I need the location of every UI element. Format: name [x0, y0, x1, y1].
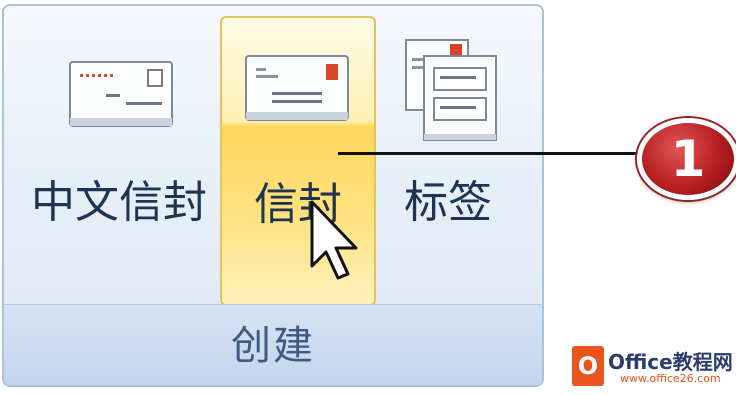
chinese-envelope-button[interactable]: 中文信封: [20, 16, 218, 306]
watermark-brand: Office教程网: [608, 350, 733, 374]
labels-icon: [405, 39, 497, 141]
chinese-envelope-label: 中文信封: [31, 177, 207, 228]
callout-line: [338, 152, 638, 155]
watermark-url: www.office26.com: [620, 372, 721, 385]
labels-button[interactable]: 标签: [378, 16, 518, 306]
step-number-badge: 1: [637, 118, 736, 200]
ribbon-create-group: 中文信封 信封 标签 创建: [2, 4, 544, 387]
labels-label: 标签: [404, 177, 492, 228]
watermark: O Office教程网 www.office26.com: [560, 342, 736, 394]
chinese-envelope-icon: [69, 61, 173, 127]
envelope-icon: [245, 55, 349, 121]
mouse-cursor-icon: [310, 200, 358, 280]
envelope-button[interactable]: 信封: [220, 16, 376, 306]
office-logo-icon: O: [572, 346, 604, 386]
group-label: 创建: [231, 323, 315, 369]
group-footer: 创建: [4, 304, 542, 385]
